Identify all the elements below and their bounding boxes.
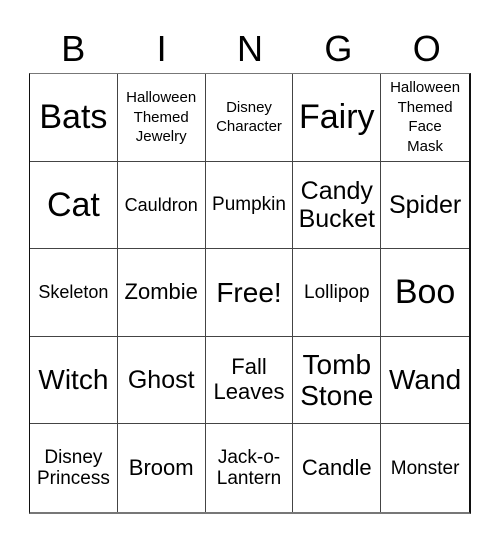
cell-label: Jack-o- Lantern xyxy=(216,446,282,490)
bingo-cell[interactable]: Fairy xyxy=(293,74,382,162)
cell-label: Fall Leaves xyxy=(213,354,285,405)
bingo-cell[interactable]: Halloween Themed Face Mask xyxy=(381,74,469,162)
bingo-cell[interactable]: Jack-o- Lantern xyxy=(206,424,294,512)
cell-label: Cauldron xyxy=(124,194,198,215)
bingo-cell[interactable]: Zombie xyxy=(117,249,206,337)
bingo-cell[interactable]: Fall Leaves xyxy=(205,336,294,425)
cell-label: Halloween Themed Face Mask xyxy=(390,79,461,155)
cell-label: Fairy xyxy=(299,98,375,137)
bingo-cell[interactable]: Cauldron xyxy=(117,161,206,250)
bingo-cell[interactable]: Candle xyxy=(293,424,382,512)
cell-label: Zombie xyxy=(124,279,198,305)
bingo-board: Bats Halloween Themed Jewelry Disney Cha… xyxy=(29,73,471,514)
bingo-cell[interactable]: Tomb Stone xyxy=(293,336,382,425)
cell-label: Pumpkin xyxy=(212,194,286,216)
cell-label: Halloween Themed Jewelry xyxy=(126,89,197,146)
cell-label: Disney Princess xyxy=(36,446,110,490)
header-letter-g: G xyxy=(324,28,353,69)
header-letter-o: O xyxy=(412,28,441,69)
cell-label: Lollipop xyxy=(304,281,370,303)
free-space-cell[interactable]: Free! xyxy=(205,249,294,337)
bingo-cell[interactable]: Bats xyxy=(30,74,118,162)
bingo-cell[interactable]: Lollipop xyxy=(293,249,382,337)
bingo-cell[interactable]: Spider xyxy=(381,162,469,250)
bingo-cell[interactable]: Ghost xyxy=(117,336,206,425)
bingo-cell[interactable]: Disney Character xyxy=(205,74,294,162)
cell-label: Boo xyxy=(394,273,456,312)
cell-label: Skeleton xyxy=(38,282,109,303)
free-space-label: Free! xyxy=(216,276,282,308)
bingo-header: B I N G O xyxy=(29,24,471,74)
cell-label: Candle xyxy=(301,454,372,480)
cell-label: Ghost xyxy=(127,366,195,395)
bingo-cell[interactable]: Halloween Themed Jewelry xyxy=(117,74,206,162)
cell-label: Spider xyxy=(388,190,462,219)
bingo-cell[interactable]: Cat xyxy=(30,161,118,250)
bingo-cell[interactable]: Boo xyxy=(381,249,469,337)
header-letter-i: I xyxy=(156,28,167,69)
cell-label: Bats xyxy=(39,98,108,137)
cell-label: Witch xyxy=(38,364,109,396)
bingo-cell[interactable]: Broom xyxy=(118,424,206,512)
cell-label: Tomb Stone xyxy=(300,348,374,412)
bingo-cell[interactable]: Monster xyxy=(381,424,469,512)
bingo-cell[interactable]: Pumpkin xyxy=(205,161,294,250)
cell-label: Wand xyxy=(389,364,462,396)
cell-label: Cat xyxy=(46,185,100,224)
cell-label: Candy Bucket xyxy=(298,176,375,233)
bingo-cell[interactable]: Candy Bucket xyxy=(293,161,382,250)
bingo-cell[interactable]: Disney Princess xyxy=(30,424,118,512)
cell-label: Disney Character xyxy=(216,98,282,136)
bingo-cell[interactable]: Wand xyxy=(381,337,469,425)
header-letter-b: B xyxy=(61,28,86,69)
cell-label: Broom xyxy=(128,454,194,480)
cell-label: Monster xyxy=(390,457,460,479)
bingo-cell[interactable]: Skeleton xyxy=(30,249,118,337)
bingo-cell[interactable]: Witch xyxy=(30,336,118,425)
header-letter-n: N xyxy=(236,28,263,69)
